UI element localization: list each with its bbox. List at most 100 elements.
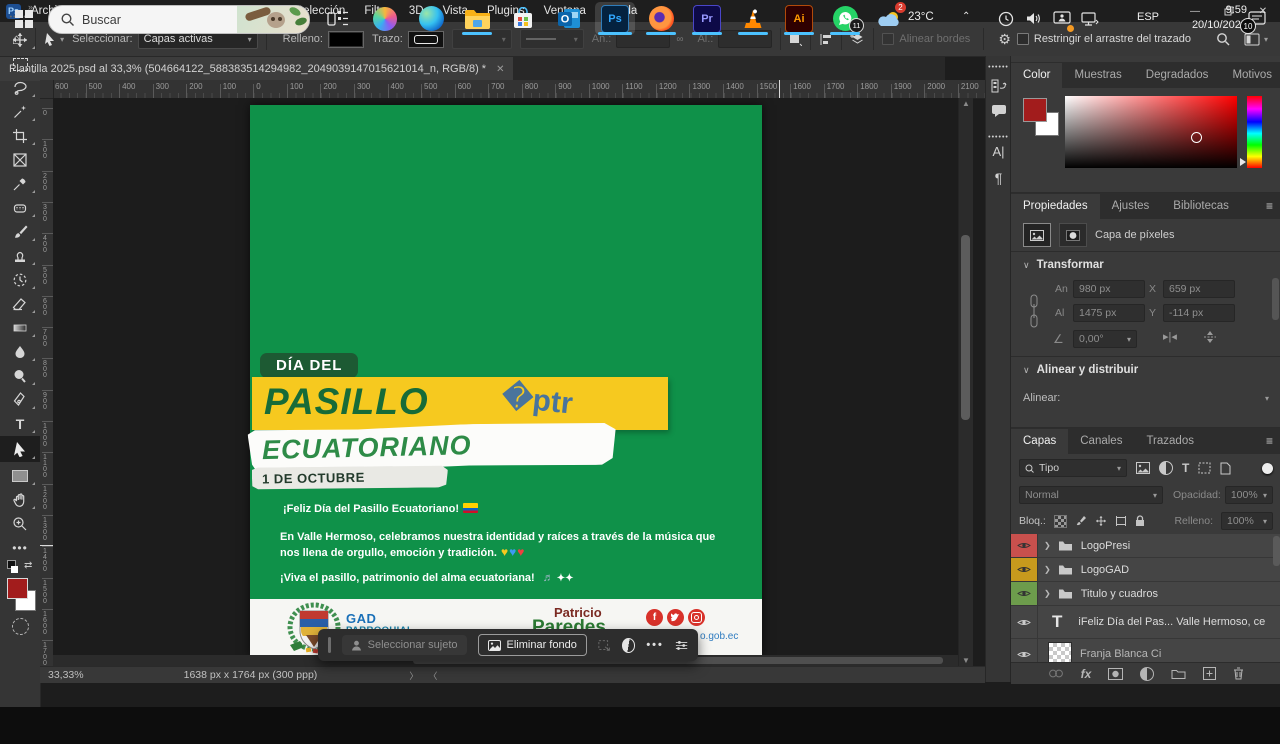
gradient-tool[interactable] bbox=[0, 316, 40, 340]
crop-tool[interactable] bbox=[0, 124, 40, 148]
zoom-level[interactable]: 33,33% bbox=[48, 669, 84, 681]
vertical-scroll-thumb[interactable] bbox=[961, 235, 970, 420]
ruler-vertical[interactable]: 0100200300400500600700800900100011001200… bbox=[40, 98, 54, 666]
search-icon[interactable] bbox=[1216, 32, 1230, 46]
visibility-eye-icon[interactable] bbox=[1011, 639, 1038, 662]
tab-muestras[interactable]: Muestras bbox=[1062, 63, 1133, 88]
scroll-up-icon[interactable]: ▲ bbox=[959, 99, 973, 108]
lock-artboard-icon[interactable] bbox=[1115, 515, 1127, 527]
language-indicator[interactable]: ESP bbox=[1137, 11, 1159, 23]
visibility-eye-icon[interactable] bbox=[1011, 558, 1038, 581]
adjustments-icon[interactable] bbox=[622, 638, 635, 653]
tab-trazados[interactable]: Trazados bbox=[1134, 429, 1206, 454]
layer-row-text[interactable]: T iFeliz Día del Pas... Valle Hermoso, c… bbox=[1011, 606, 1280, 639]
ruler-origin[interactable] bbox=[40, 80, 54, 99]
taskbar-drag-handle-icon[interactable] bbox=[328, 637, 331, 653]
color-foreground-swatch[interactable] bbox=[1023, 98, 1047, 122]
frame-tool[interactable] bbox=[0, 148, 40, 172]
blur-tool[interactable] bbox=[0, 340, 40, 364]
status-expand-icon[interactable]: 〉 bbox=[409, 669, 418, 682]
panel-menu-icon[interactable]: ≡ bbox=[1266, 199, 1273, 213]
new-layer-icon[interactable] bbox=[1203, 667, 1216, 680]
ruler-horizontal[interactable]: 6005004003002001000100200300400500600700… bbox=[40, 80, 985, 99]
lock-pixels-icon[interactable] bbox=[1075, 515, 1087, 527]
notification-center-button[interactable]: 10 bbox=[1238, 2, 1276, 35]
outlook-button[interactable]: O bbox=[549, 2, 589, 35]
clock[interactable]: 9:59 20/10/2025 bbox=[1175, 3, 1247, 32]
more-options-icon[interactable]: ••• bbox=[646, 639, 664, 651]
comments-panel-icon[interactable] bbox=[986, 104, 1011, 118]
link-layers-icon[interactable] bbox=[1048, 669, 1064, 678]
tab-capas[interactable]: Capas bbox=[1011, 429, 1068, 454]
filter-type-layers-icon[interactable]: T bbox=[1182, 461, 1189, 475]
weather-tray-icon[interactable]: 2 bbox=[872, 2, 906, 35]
align-options-chevron-icon[interactable]: ▾ bbox=[1265, 394, 1269, 403]
tool-preset-chevron-icon[interactable]: ▾ bbox=[60, 35, 64, 44]
lock-position-icon[interactable] bbox=[1095, 515, 1107, 527]
start-button[interactable] bbox=[4, 2, 44, 35]
filter-adjustment-layers-icon[interactable] bbox=[1159, 461, 1173, 475]
paragraph-panel-icon[interactable]: ¶ bbox=[986, 170, 1011, 186]
edit-toolbar-icon[interactable]: ••• bbox=[0, 536, 40, 560]
vertical-scrollbar[interactable]: ▲ ▼ bbox=[958, 98, 973, 666]
layer-row-titulo[interactable]: ❯ Titulo y cuadros bbox=[1011, 582, 1280, 606]
mask-properties-icon[interactable] bbox=[1059, 223, 1087, 247]
tray-screencast-icon[interactable] bbox=[1048, 2, 1076, 35]
layers-scroll-thumb[interactable] bbox=[1273, 536, 1280, 566]
file-explorer-button[interactable] bbox=[457, 2, 497, 35]
photoshop-button-active[interactable]: Ps bbox=[595, 2, 635, 35]
scroll-down-icon[interactable]: ▼ bbox=[959, 656, 973, 665]
visibility-eye-icon[interactable] bbox=[1011, 606, 1038, 638]
tab-canales[interactable]: Canales bbox=[1068, 429, 1134, 454]
clone-stamp-tool[interactable] bbox=[0, 244, 40, 268]
tray-network-icon[interactable] bbox=[1076, 2, 1104, 35]
type-tool[interactable]: T bbox=[0, 412, 40, 436]
tab-degradados[interactable]: Degradados bbox=[1134, 63, 1221, 88]
canvas-pasteboard[interactable]: DÍA DEL PASILLO �ptr ECUATORIANO 1 DE OC… bbox=[53, 98, 958, 666]
edge-button[interactable] bbox=[411, 2, 451, 35]
path-selection-tool-icon[interactable] bbox=[44, 32, 56, 46]
foreground-color-swatch[interactable] bbox=[7, 578, 28, 599]
eyedropper-tool[interactable] bbox=[0, 172, 40, 196]
new-group-icon[interactable] bbox=[1171, 668, 1186, 679]
temperature-label[interactable]: 23°C bbox=[908, 11, 934, 23]
pixel-layer-icon[interactable] bbox=[1023, 223, 1051, 247]
layer-filter-dropdown[interactable]: Tipo▾ bbox=[1019, 459, 1127, 477]
poster-canvas[interactable]: DÍA DEL PASILLO �ptr ECUATORIANO 1 DE OC… bbox=[250, 105, 762, 657]
hue-slider-marker[interactable] bbox=[1240, 158, 1246, 166]
tray-clock-icon[interactable] bbox=[992, 2, 1020, 35]
firefox-button[interactable] bbox=[641, 2, 681, 35]
task-view-button[interactable] bbox=[318, 2, 358, 35]
align-section-header[interactable]: ∨Alinear y distribuir bbox=[1011, 357, 1280, 383]
panel-grip[interactable]: •••••• bbox=[986, 64, 1011, 71]
tray-expand-chevron-icon[interactable]: ⌃ bbox=[962, 11, 970, 22]
status-collapse-icon[interactable]: 〈 bbox=[428, 669, 437, 682]
default-colors-icon[interactable] bbox=[7, 560, 18, 573]
group-expand-icon[interactable]: ❯ bbox=[1044, 565, 1051, 574]
pen-tool[interactable] bbox=[0, 388, 40, 412]
filter-pixel-layers-icon[interactable] bbox=[1136, 462, 1150, 474]
tray-volume-icon[interactable] bbox=[1020, 2, 1048, 35]
marquee-tool[interactable] bbox=[0, 52, 40, 76]
layer-row-logopresi[interactable]: ❯ LogoPresi bbox=[1011, 534, 1280, 558]
tab-close-icon[interactable]: ✕ bbox=[496, 64, 504, 75]
flip-horizontal-icon[interactable]: ▸|◂ bbox=[1163, 330, 1177, 343]
tab-motivos[interactable]: Motivos bbox=[1220, 63, 1280, 88]
tab-ajustes[interactable]: Ajustes bbox=[1100, 194, 1162, 219]
vlc-button[interactable] bbox=[733, 2, 773, 35]
microsoft-store-button[interactable] bbox=[503, 2, 543, 35]
whatsapp-button[interactable]: 11 bbox=[825, 2, 865, 35]
history-brush-tool[interactable] bbox=[0, 268, 40, 292]
zoom-tool[interactable] bbox=[0, 512, 40, 536]
panel-menu-icon[interactable]: ≡ bbox=[1266, 434, 1273, 448]
history-panel-icon[interactable] bbox=[986, 78, 1011, 94]
shape-rectangle-tool[interactable] bbox=[0, 464, 40, 488]
character-panel-icon[interactable]: A| bbox=[986, 144, 1011, 159]
transform-section-header[interactable]: ∨Transformar bbox=[1011, 252, 1280, 278]
flip-vertical-icon[interactable] bbox=[1203, 330, 1217, 344]
filter-shape-layers-icon[interactable] bbox=[1198, 462, 1211, 474]
layer-effects-icon[interactable]: fx bbox=[1081, 667, 1092, 681]
path-selection-tool-selected[interactable] bbox=[0, 436, 40, 462]
hue-slider[interactable] bbox=[1247, 96, 1262, 168]
add-mask-icon[interactable] bbox=[1108, 668, 1123, 680]
